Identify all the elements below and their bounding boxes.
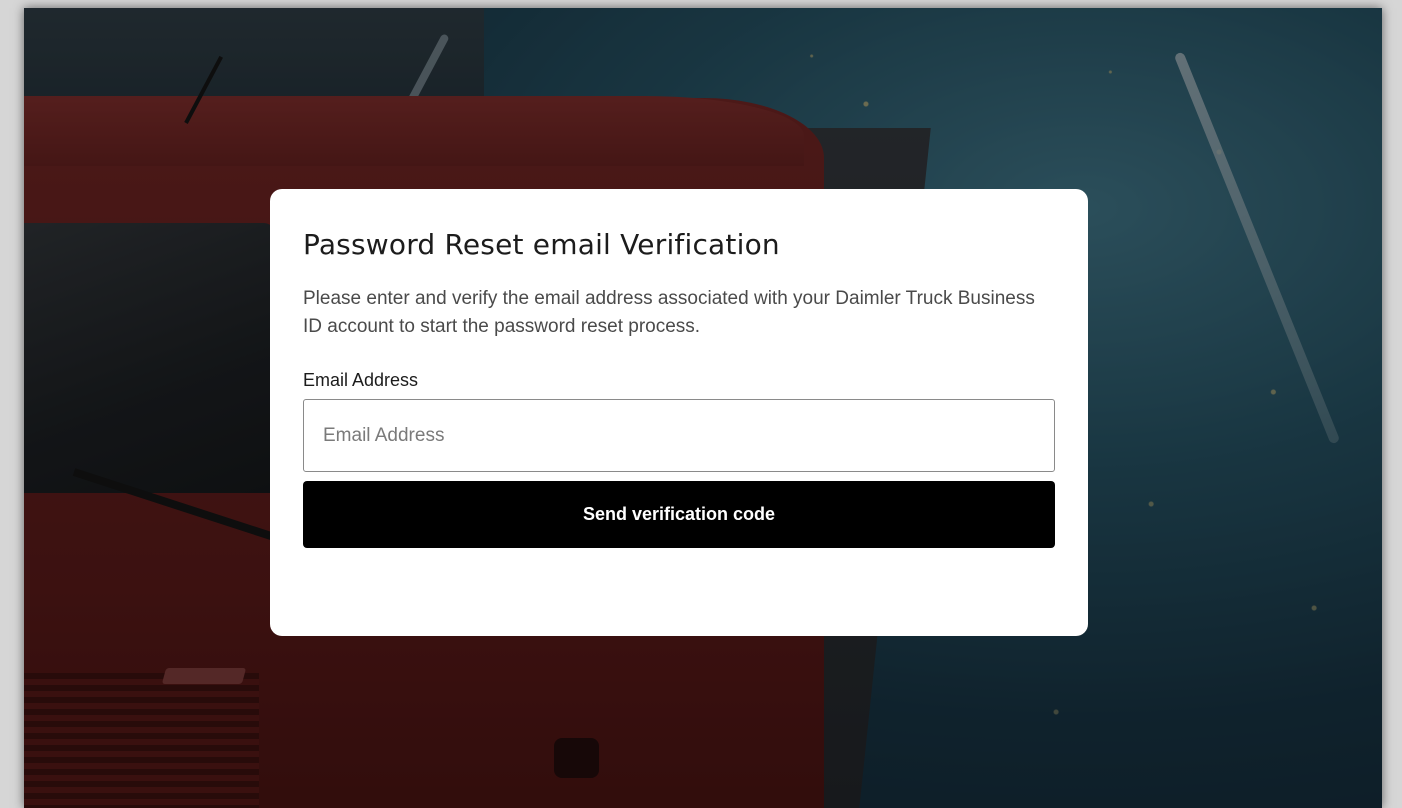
email-input[interactable] — [303, 399, 1055, 472]
instructions-text: Please enter and verify the email addres… — [303, 288, 1035, 337]
page-frame: Password Reset email Verification Please… — [24, 8, 1382, 808]
email-label: Email Address — [303, 370, 419, 390]
send-verification-code-button[interactable]: Send verification code — [303, 481, 1055, 548]
password-reset-card: Password Reset email Verification Please… — [270, 189, 1088, 636]
page-title: Password Reset email Verification — [303, 228, 780, 261]
